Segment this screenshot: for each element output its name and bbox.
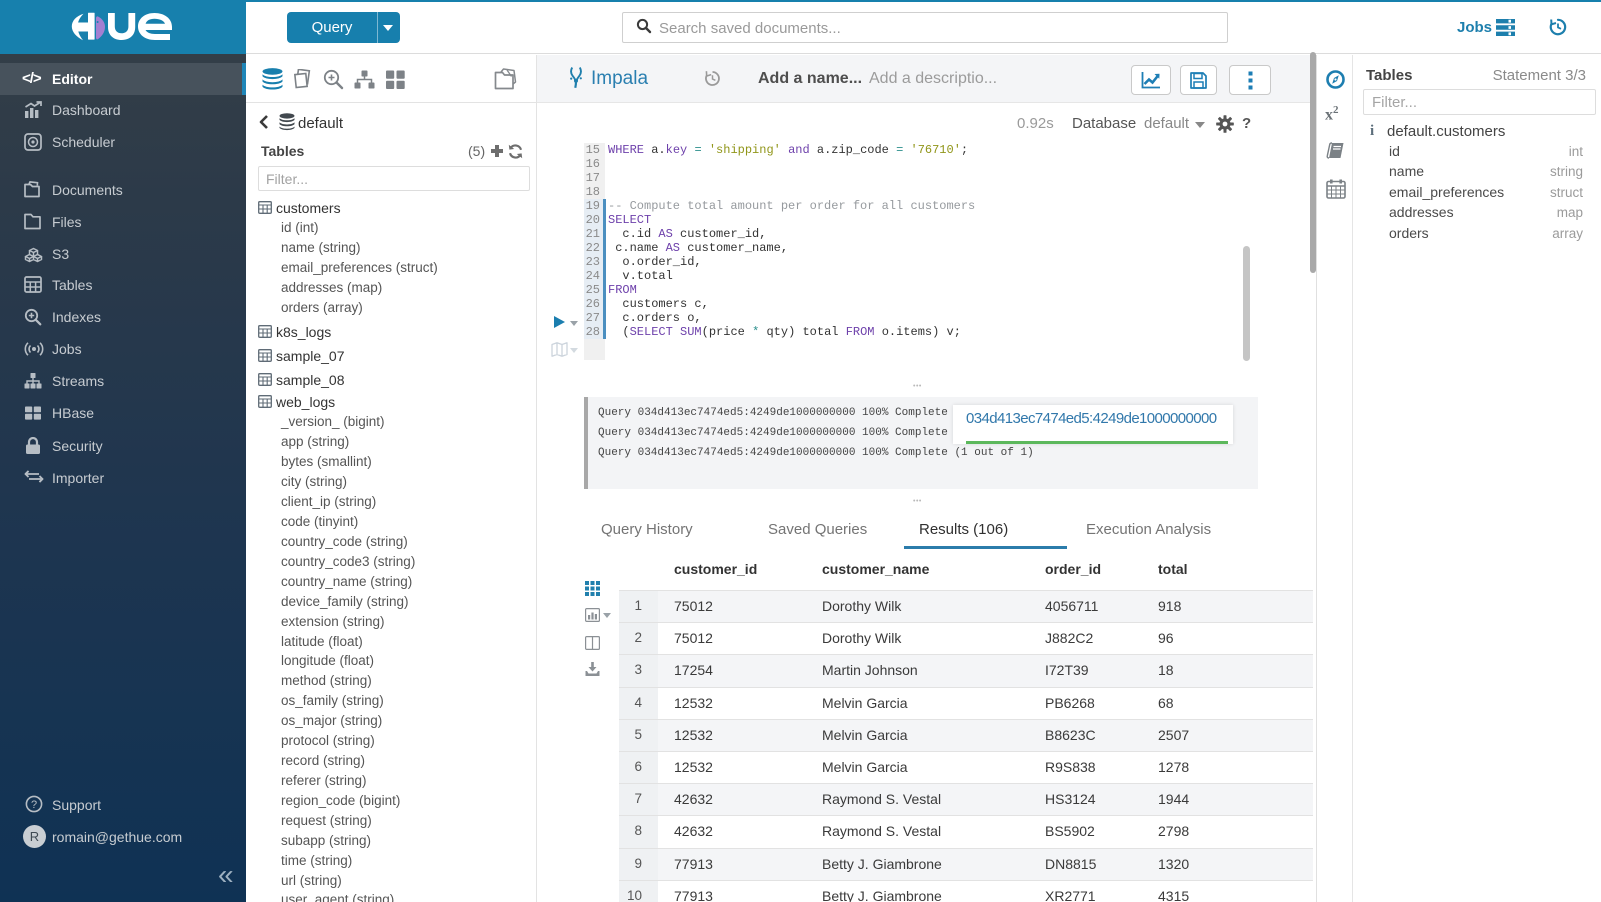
- svg-text:?: ?: [31, 799, 37, 811]
